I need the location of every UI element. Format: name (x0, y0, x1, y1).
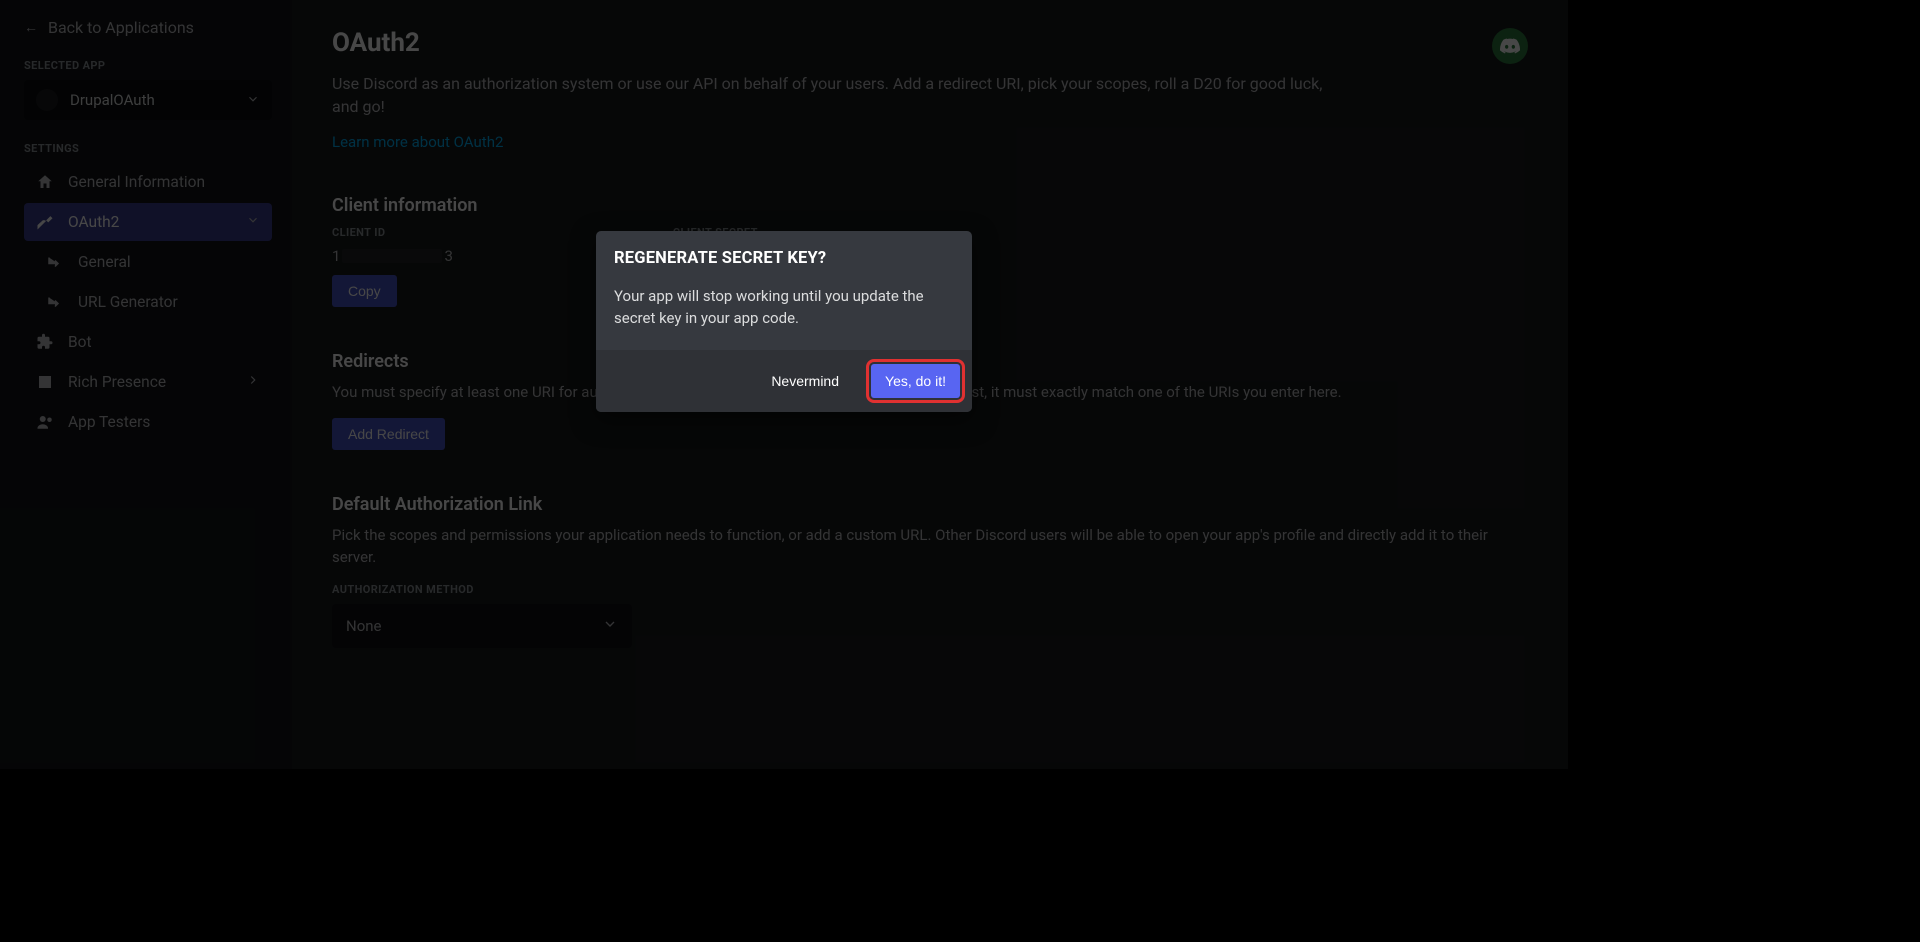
modal-cancel-button[interactable]: Nevermind (761, 365, 849, 397)
modal-body-text: Your app will stop working until you upd… (614, 286, 954, 330)
modal-confirm-button[interactable]: Yes, do it! (871, 364, 960, 398)
modal-title: REGENERATE SECRET KEY? (614, 249, 954, 268)
regenerate-secret-modal: REGENERATE SECRET KEY? Your app will sto… (596, 231, 972, 412)
app-root: ← Back to Applications SELECTED APP Drup… (0, 0, 1568, 769)
modal-overlay[interactable]: REGENERATE SECRET KEY? Your app will sto… (0, 0, 1568, 769)
modal-footer: Nevermind Yes, do it! (596, 350, 972, 412)
